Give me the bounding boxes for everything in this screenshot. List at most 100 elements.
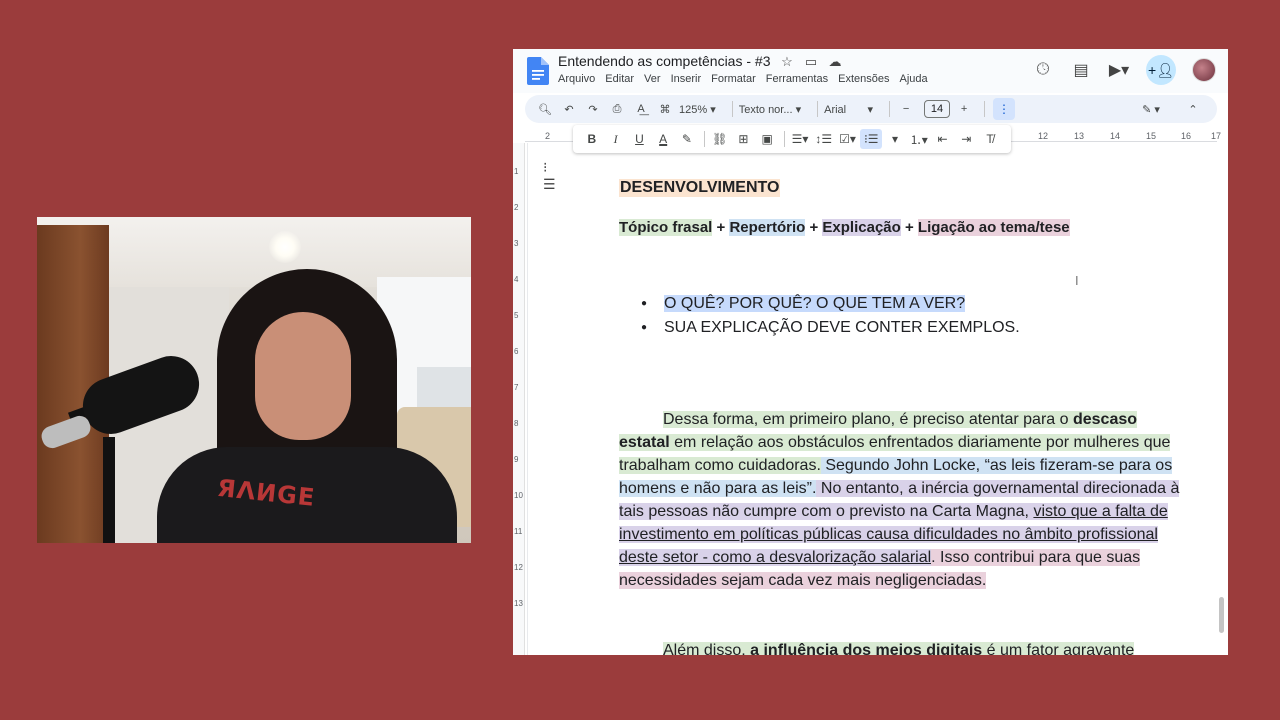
menu-editar[interactable]: Editar [605,73,634,85]
menu-arquivo[interactable]: Arquivo [558,73,595,85]
decrease-font-size-icon[interactable]: − [896,99,916,119]
paint-format-icon[interactable]: ⌘ [655,99,675,119]
bullet-text: SUA EXPLICAÇÃO DEVE CONTER EXEMPLOS. [664,319,1020,336]
undo-icon[interactable]: ↶ [559,99,579,119]
menu-ver[interactable]: Ver [644,73,661,85]
vruler-mark: 8 [514,419,519,428]
paragraph2-start: Além disso, [663,642,751,655]
star-icon[interactable]: ☆ [778,54,796,70]
formula-repertorio: Repertório [729,219,806,236]
zoom-value: 125% [679,103,708,116]
share-button[interactable]: +👤︎ [1146,55,1176,85]
paragraph2-text: Além disso, a influência dos meios digit… [663,642,1135,655]
toolbar-right: ✎ ▾ ⌃ [1141,99,1207,119]
bulleted-list-icon[interactable]: ⁝☰ [860,129,883,149]
page-edge [527,143,528,655]
style-select[interactable]: Texto nor... ▾ [739,103,801,116]
redo-icon[interactable]: ↷ [583,99,603,119]
decrease-indent-icon[interactable]: ⇤ [932,129,954,149]
fmt-divider [784,131,786,147]
zoom-select[interactable]: 125% ▾ [679,103,716,116]
font-size-input[interactable]: 14 [924,100,951,118]
toolbar-divider [984,101,986,117]
toolbar-divider [731,101,733,117]
menu-formatar[interactable]: Formatar [711,73,756,85]
ruler-mark: 13 [1074,131,1085,141]
ruler-mark: 2 [545,131,551,141]
vruler-mark: 5 [514,311,519,320]
checklist-icon[interactable]: ☑▾ [837,129,859,149]
docs-logo-icon[interactable] [527,57,549,85]
menu-bar: Arquivo Editar Ver Inserir Formatar Ferr… [558,73,938,85]
paragraph2-end: é um fator agravante [982,642,1135,655]
highlight-color-icon[interactable]: ✎ [676,129,698,149]
collapse-menus-icon[interactable]: ⌃ [1183,99,1203,119]
topbar-actions: 🕓︎ ▤ ▶︎▾ +👤︎ [1032,55,1216,85]
ruler-mark: 16 [1181,131,1192,141]
print-icon[interactable]: ⎙ [607,99,627,119]
formula-plus: + [805,219,823,236]
title-icons: ☆ ▭ ☁ [778,54,844,70]
search-menus-icon[interactable]: 🔍︎ [535,99,555,119]
menu-inserir[interactable]: Inserir [671,73,702,85]
main-toolbar: 🔍︎ ↶ ↷ ⎙ A͟ ⌘ 125% ▾ Texto nor... ▾ Aria… [525,95,1217,123]
webcam-feed: ЯΛИGE [37,217,471,543]
version-history-icon[interactable]: 🕓︎ [1032,59,1054,81]
bullet-text-selected: O QUÊ? POR QUÊ? O QUE TEM A VER? [664,295,966,312]
formula-topico: Tópico frasal [619,219,713,236]
clear-formatting-icon[interactable]: T̸ [979,129,1001,149]
topic-sentence-start: Dessa forma, em primeiro plano, é precis… [663,411,1073,428]
text-cursor-icon: I [1075,273,1079,288]
list-item: SUA EXPLICAÇÃO DEVE CONTER EXEMPLOS. [641,317,1020,341]
move-folder-icon[interactable]: ▭ [802,54,820,70]
body-paragraph-2: Além disso, a influência dos meios digit… [619,639,1185,655]
toolbar-divider [817,101,819,117]
more-options-icon[interactable]: ⋮ [993,98,1016,120]
paragraph2-bold: a influência dos meios digitais [750,642,983,655]
font-select[interactable]: Arial ▾ [824,103,873,116]
vruler-mark: 4 [514,275,519,284]
menu-ferramentas[interactable]: Ferramentas [766,73,828,85]
text-color-icon[interactable]: A [652,129,674,149]
vruler-mark: 7 [514,383,519,392]
docs-topbar: Entendendo as competências - #3 ☆ ▭ ☁ Ar… [513,49,1228,93]
increase-font-size-icon[interactable]: + [954,99,974,119]
menu-extensoes[interactable]: Extensões [838,73,889,85]
formula-explicacao: Explicação [822,219,901,236]
bulleted-list-options-icon[interactable]: ▾ [884,129,906,149]
document-outline-icon[interactable]: ⁝☰ [543,159,559,192]
webcam-mic-stand [103,437,115,543]
editing-mode-icon[interactable]: ✎ ▾ [1141,99,1161,119]
meet-icon[interactable]: ▶︎▾ [1108,59,1130,81]
insert-image-icon[interactable]: ▣ [756,129,778,149]
vertical-ruler[interactable]: 1 2 3 4 5 6 7 8 9 10 11 12 13 [513,143,525,655]
menu-ajuda[interactable]: Ajuda [899,73,927,85]
spellcheck-icon[interactable]: A͟ [631,99,651,119]
cloud-status-icon[interactable]: ☁ [826,54,844,70]
vruler-mark: 11 [514,527,523,536]
ruler-mark: 12 [1038,131,1049,141]
section-heading: DESENVOLVIMENTO [619,179,781,197]
align-icon[interactable]: ☰▾ [789,129,811,149]
increase-indent-icon[interactable]: ⇥ [955,129,977,149]
comments-icon[interactable]: ▤ [1070,59,1092,81]
italic-icon[interactable]: I [605,129,627,149]
line-spacing-icon[interactable]: ↕☰ [813,129,835,149]
ruler-mark: 14 [1110,131,1121,141]
formula-plus: + [712,219,730,236]
vruler-mark: 9 [514,455,519,464]
paragraph-formula: Tópico frasal + Repertório + Explicação … [619,219,1070,236]
document-title[interactable]: Entendendo as competências - #3 [558,53,770,69]
webcam-ceiling-light [269,231,301,263]
vruler-mark: 2 [514,203,519,212]
numbered-list-icon[interactable]: ⒈▾ [908,129,930,149]
formula-plus: + [900,219,918,236]
scrollbar-thumb[interactable] [1219,597,1224,633]
underline-icon[interactable]: U [629,129,651,149]
bold-icon[interactable]: B [581,129,603,149]
avatar[interactable] [1192,58,1216,82]
formula-ligacao: Ligação ao tema/tese [917,219,1070,236]
add-comment-icon[interactable]: ⊞ [733,129,755,149]
bullet-list: O QUÊ? POR QUÊ? O QUE TEM A VER? SUA EXP… [641,293,1020,341]
insert-link-icon[interactable]: ⛓︎ [709,129,731,149]
